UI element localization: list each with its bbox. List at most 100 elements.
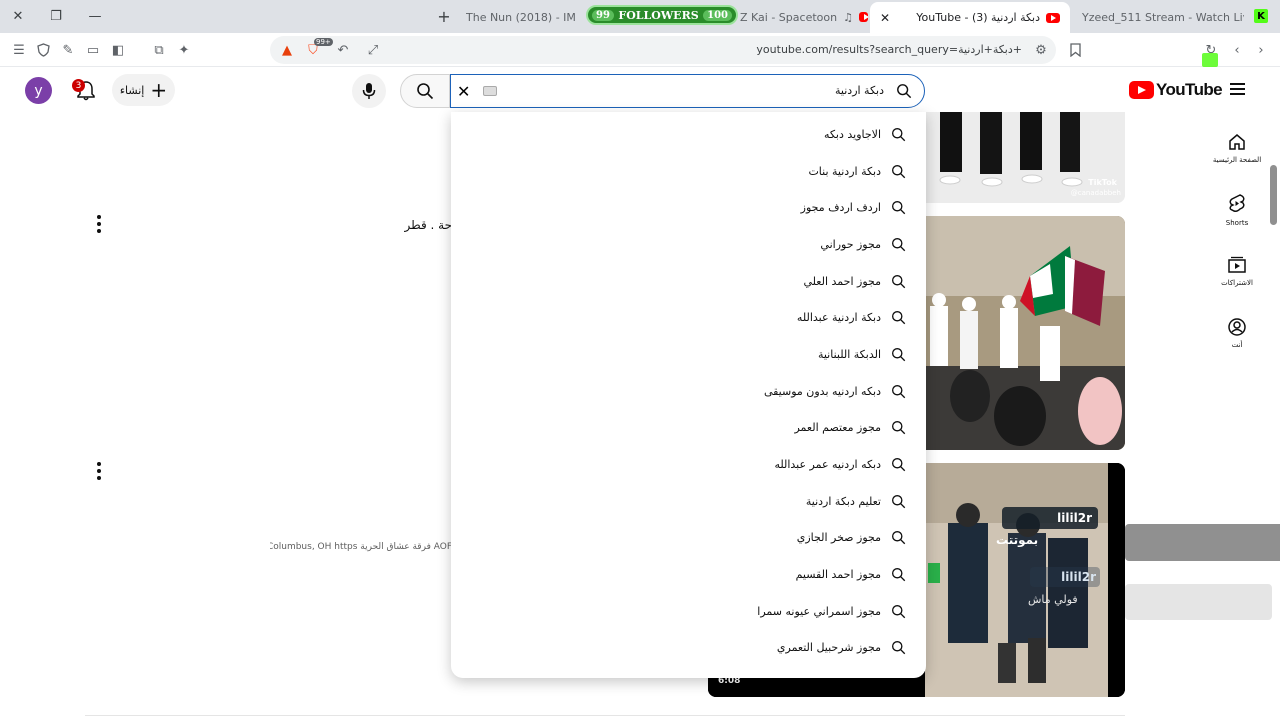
search-icon xyxy=(892,311,906,325)
guide-label: أنت xyxy=(1231,341,1243,349)
guide-item-you[interactable]: أنت xyxy=(1208,317,1266,349)
video-thumbnail[interactable] xyxy=(900,216,1125,450)
search-suggestion-item[interactable]: دبكة اردنية عبدالله xyxy=(451,299,926,336)
overlay-handle-badge: lilil2r xyxy=(1030,567,1100,587)
avatar[interactable]: y xyxy=(25,77,52,104)
shield-outline-icon[interactable] xyxy=(34,41,52,59)
search-icon xyxy=(892,164,906,178)
search-suggestion-item[interactable]: اردف اردف مجوز xyxy=(451,189,926,226)
tab-youtube-active[interactable]: ✕ YouTube - دبكة اردنية (3) xyxy=(870,2,1070,33)
search-suggestion-item[interactable]: مجوز حوراني xyxy=(451,226,926,263)
search-icon xyxy=(892,274,906,288)
video-thumbnail[interactable]: TikTok @canadabbeh xyxy=(900,112,1125,203)
tab-imdb[interactable]: The Nun (2018) - IMDb xyxy=(466,4,576,30)
menu-lines-icon[interactable]: ☰ xyxy=(10,41,28,59)
suggestion-text: دبكه اردنيه بدون موسيقى xyxy=(763,384,881,398)
search-icon xyxy=(892,201,906,215)
guide-label: الاشتراكات xyxy=(1221,279,1253,287)
brave-rewards-icon[interactable]: ▲ xyxy=(278,41,296,59)
new-tab-icon[interactable]: + xyxy=(434,6,454,26)
url-text: youtube.com/results?search_query=دبكة+ار… xyxy=(756,43,1022,56)
back-icon[interactable]: › xyxy=(1252,41,1270,59)
suggestion-text: دبكه اردنيه عمر عبدالله xyxy=(774,458,881,472)
youtube-logo[interactable]: YouTube xyxy=(1129,80,1223,100)
site-settings-icon[interactable]: ⚙ xyxy=(1032,41,1050,59)
overlay-handle-text: lilil2r xyxy=(1061,570,1096,584)
you-icon xyxy=(1228,318,1246,336)
search-icon xyxy=(897,84,912,99)
search-suggestion-item[interactable]: دبكة اردنية بنات xyxy=(451,153,926,190)
followers-left-count: 99 xyxy=(592,9,614,21)
forward-icon[interactable]: ‹ xyxy=(1228,41,1246,59)
shorts-icon xyxy=(1229,194,1245,212)
search-icon xyxy=(892,531,906,545)
search-suggestion-item[interactable]: الدبكة اللبنانية xyxy=(451,336,926,373)
restore-window-icon[interactable]: ❐ xyxy=(46,6,66,26)
search-icon xyxy=(892,494,906,508)
subscriptions-icon xyxy=(1228,256,1246,273)
plus-icon: + xyxy=(150,78,168,102)
search-icon xyxy=(892,568,906,582)
suggestion-text: مجوز شرحبيل التعمري xyxy=(776,641,881,655)
result-side-bar xyxy=(1125,584,1272,620)
pin-icon[interactable]: ✎ xyxy=(59,41,77,59)
guide-menu-icon[interactable] xyxy=(1230,83,1245,95)
search-icon xyxy=(892,384,906,398)
share-icon[interactable]: ⤢ xyxy=(364,41,382,59)
search-suggestion-item[interactable]: مجوز اسمراني عيونه سمرا xyxy=(451,593,926,630)
tab-kick[interactable]: Yzeed_511 Stream - Watch Live on Ki xyxy=(1082,4,1244,30)
search-icon xyxy=(892,421,906,435)
search-suggestion-item[interactable]: مجوز احمد العلي xyxy=(451,263,926,300)
search-icon xyxy=(417,83,434,100)
close-tab-icon[interactable]: ✕ xyxy=(880,11,890,25)
voice-search-button[interactable] xyxy=(352,74,386,108)
suggestion-text: مجوز احمد العلي xyxy=(803,274,882,288)
guide-item-shorts[interactable]: Shorts xyxy=(1208,193,1266,227)
create-button[interactable]: إنشاء + xyxy=(112,74,175,106)
search-suggestion-item[interactable]: دبكه اردنيه عمر عبدالله xyxy=(451,446,926,483)
tab-label: YouTube - دبكة اردنية (3) xyxy=(916,11,1040,24)
tab-spacetoon[interactable]: Z Kai - Spacetoon ♫ xyxy=(740,4,868,30)
keyboard-icon[interactable] xyxy=(483,86,497,96)
search-suggestion-item[interactable]: مجوز معتصم العمر xyxy=(451,410,926,447)
page-scrollbar[interactable] xyxy=(1270,165,1277,225)
kick-favicon-icon: K xyxy=(1254,9,1268,23)
guide-item-home[interactable]: الصفحة الرئيسية xyxy=(1208,132,1266,164)
more-actions-icon[interactable] xyxy=(96,215,102,233)
browser-toolbar: ☰ ✎ ▭ ◧ ⧉ ✦ ▲ ⛉ 99+ ↶ ⤢ youtube.com/resu… xyxy=(0,33,1280,67)
more-actions-icon[interactable] xyxy=(96,462,102,480)
screenshot-icon[interactable]: ⧉ xyxy=(150,41,168,59)
reload-icon[interactable]: ↶ xyxy=(334,41,352,59)
flags-thumbnail-image xyxy=(900,216,1125,450)
guide-label: الصفحة الرئيسية xyxy=(1212,156,1262,164)
search-suggestion-item[interactable]: مجوز صخر الجازي xyxy=(451,520,926,557)
search-icon xyxy=(892,347,906,362)
tiktok-watermark: TikTok xyxy=(1088,178,1117,187)
tiktok-handle: @canadabbeh xyxy=(1070,189,1121,197)
youtube-favicon-icon xyxy=(1046,12,1060,23)
search-suggestion-item[interactable]: تعليم دبكة اردنية xyxy=(451,483,926,520)
suggestion-text: مجوز اسمراني عيونه سمرا xyxy=(757,604,881,618)
address-bar[interactable]: ▲ ⛉ 99+ ↶ ⤢ youtube.com/results?search_q… xyxy=(270,36,1056,64)
search-suggestion-item[interactable]: مجوز احمد القسيم xyxy=(451,556,926,593)
search-suggestion-item[interactable]: دبكه اردنيه بدون موسيقى xyxy=(451,373,926,410)
guide-item-subscriptions[interactable]: الاشتراكات xyxy=(1208,255,1266,287)
search-icon xyxy=(892,458,906,472)
search-input[interactable]: ✕ دبكة اردنية xyxy=(450,74,925,108)
search-submit-button[interactable] xyxy=(400,74,450,108)
minimize-window-icon[interactable]: — xyxy=(85,6,105,26)
wallet-icon[interactable]: ▭ xyxy=(84,41,102,59)
search-icon xyxy=(892,237,906,252)
bookmark-icon[interactable] xyxy=(1066,41,1084,59)
extensions-icon[interactable]: ✦ xyxy=(175,41,193,59)
sidebar-icon[interactable]: ◧ xyxy=(109,41,127,59)
clear-search-icon[interactable]: ✕ xyxy=(457,82,470,101)
tab-label: Z Kai - Spacetoon xyxy=(740,10,838,24)
search-suggestion-item[interactable]: الاجاويد دبكه xyxy=(451,116,926,153)
microphone-icon xyxy=(362,83,376,99)
kick-overlay-icon xyxy=(1202,53,1218,67)
overlay-text: بموتتت xyxy=(996,533,1039,547)
search-suggestion-item[interactable]: مجوز شرحبيل التعمري xyxy=(451,630,926,667)
divider xyxy=(85,715,1125,716)
close-window-icon[interactable]: ✕ xyxy=(8,6,28,26)
